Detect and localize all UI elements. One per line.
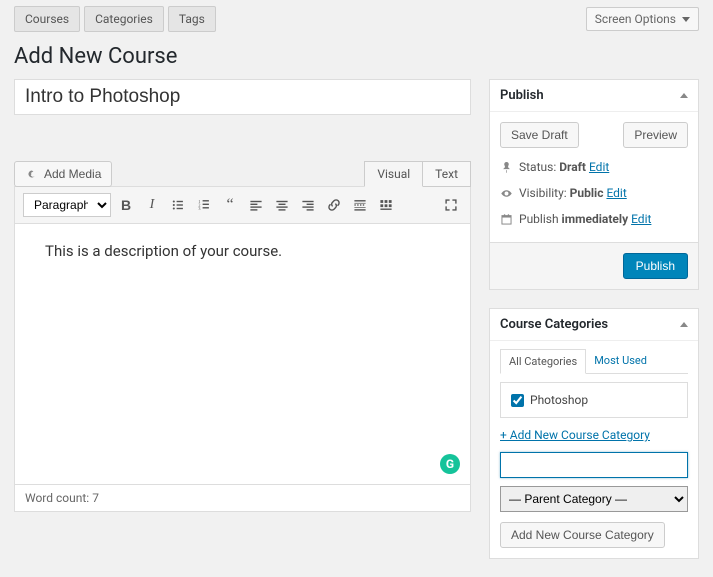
status-row: Status: Draft Edit — [500, 154, 688, 180]
publish-header[interactable]: Publish — [490, 80, 698, 112]
publish-metabox: Publish Save Draft Preview Status: Draft… — [489, 79, 699, 290]
editor-box: Paragraph B I 123 “ This is a descriptio… — [14, 186, 471, 512]
publish-button[interactable]: Publish — [623, 253, 688, 279]
bold-button[interactable]: B — [115, 194, 137, 216]
align-right-button[interactable] — [297, 194, 319, 216]
grammarly-icon[interactable]: G — [440, 454, 460, 474]
tab-tags[interactable]: Tags — [168, 6, 216, 32]
blockquote-button[interactable]: “ — [219, 194, 241, 216]
editor-status-bar: Word count: 7 — [15, 484, 470, 511]
collapse-icon — [680, 93, 688, 98]
fullscreen-button[interactable] — [440, 194, 462, 216]
schedule-row: Publish immediately Edit — [500, 206, 688, 232]
numbered-list-button[interactable]: 123 — [193, 194, 215, 216]
tab-courses[interactable]: Courses — [14, 6, 80, 32]
tab-most-used[interactable]: Most Used — [586, 349, 655, 373]
content-type-tabs: Courses Categories Tags — [14, 6, 216, 32]
tab-text[interactable]: Text — [423, 161, 471, 187]
edit-status-link[interactable]: Edit — [589, 160, 609, 174]
link-button[interactable] — [323, 194, 345, 216]
parent-category-select[interactable]: — Parent Category — — [500, 486, 688, 512]
tab-categories[interactable]: Categories — [84, 6, 164, 32]
align-left-button[interactable] — [245, 194, 267, 216]
course-title-input[interactable] — [14, 79, 471, 115]
tab-all-categories[interactable]: All Categories — [500, 349, 586, 374]
add-category-button[interactable]: Add New Course Category — [500, 522, 665, 548]
eye-icon — [500, 187, 513, 200]
editor-toolbar: Paragraph B I 123 “ — [15, 187, 470, 224]
preview-button[interactable]: Preview — [623, 122, 688, 148]
bullet-list-button[interactable] — [167, 194, 189, 216]
editor-mode-tabs: Visual Text — [364, 161, 471, 187]
categories-header[interactable]: Course Categories — [490, 309, 698, 341]
category-tabs: All Categories Most Used — [500, 349, 688, 374]
tab-visual[interactable]: Visual — [364, 161, 423, 187]
calendar-icon — [500, 213, 513, 226]
screen-options-label: Screen Options — [595, 12, 676, 26]
italic-button[interactable]: I — [141, 194, 163, 216]
media-icon — [25, 167, 39, 181]
read-more-button[interactable] — [349, 194, 371, 216]
add-category-toggle[interactable]: + Add New Course Category — [500, 428, 688, 442]
save-draft-button[interactable]: Save Draft — [500, 122, 579, 148]
categories-metabox: Course Categories All Categories Most Us… — [489, 308, 699, 559]
page-title: Add New Course — [0, 32, 713, 79]
edit-schedule-link[interactable]: Edit — [631, 212, 651, 226]
add-media-label: Add Media — [44, 167, 101, 181]
visibility-row: Visibility: Public Edit — [500, 180, 688, 206]
add-media-button[interactable]: Add Media — [14, 161, 112, 187]
category-item[interactable]: Photoshop — [511, 393, 677, 407]
collapse-icon — [680, 322, 688, 327]
edit-visibility-link[interactable]: Edit — [606, 186, 626, 200]
category-checkbox[interactable] — [511, 394, 524, 407]
category-list: Photoshop — [500, 382, 688, 418]
new-category-input[interactable] — [500, 452, 688, 478]
chevron-down-icon — [682, 17, 690, 22]
screen-options-toggle[interactable]: Screen Options — [586, 7, 699, 31]
align-center-button[interactable] — [271, 194, 293, 216]
svg-text:3: 3 — [198, 206, 200, 211]
format-select[interactable]: Paragraph — [23, 193, 111, 217]
pin-icon — [500, 161, 513, 174]
toolbar-toggle-button[interactable] — [375, 194, 397, 216]
editor-content[interactable]: This is a description of your course. G — [15, 224, 470, 484]
